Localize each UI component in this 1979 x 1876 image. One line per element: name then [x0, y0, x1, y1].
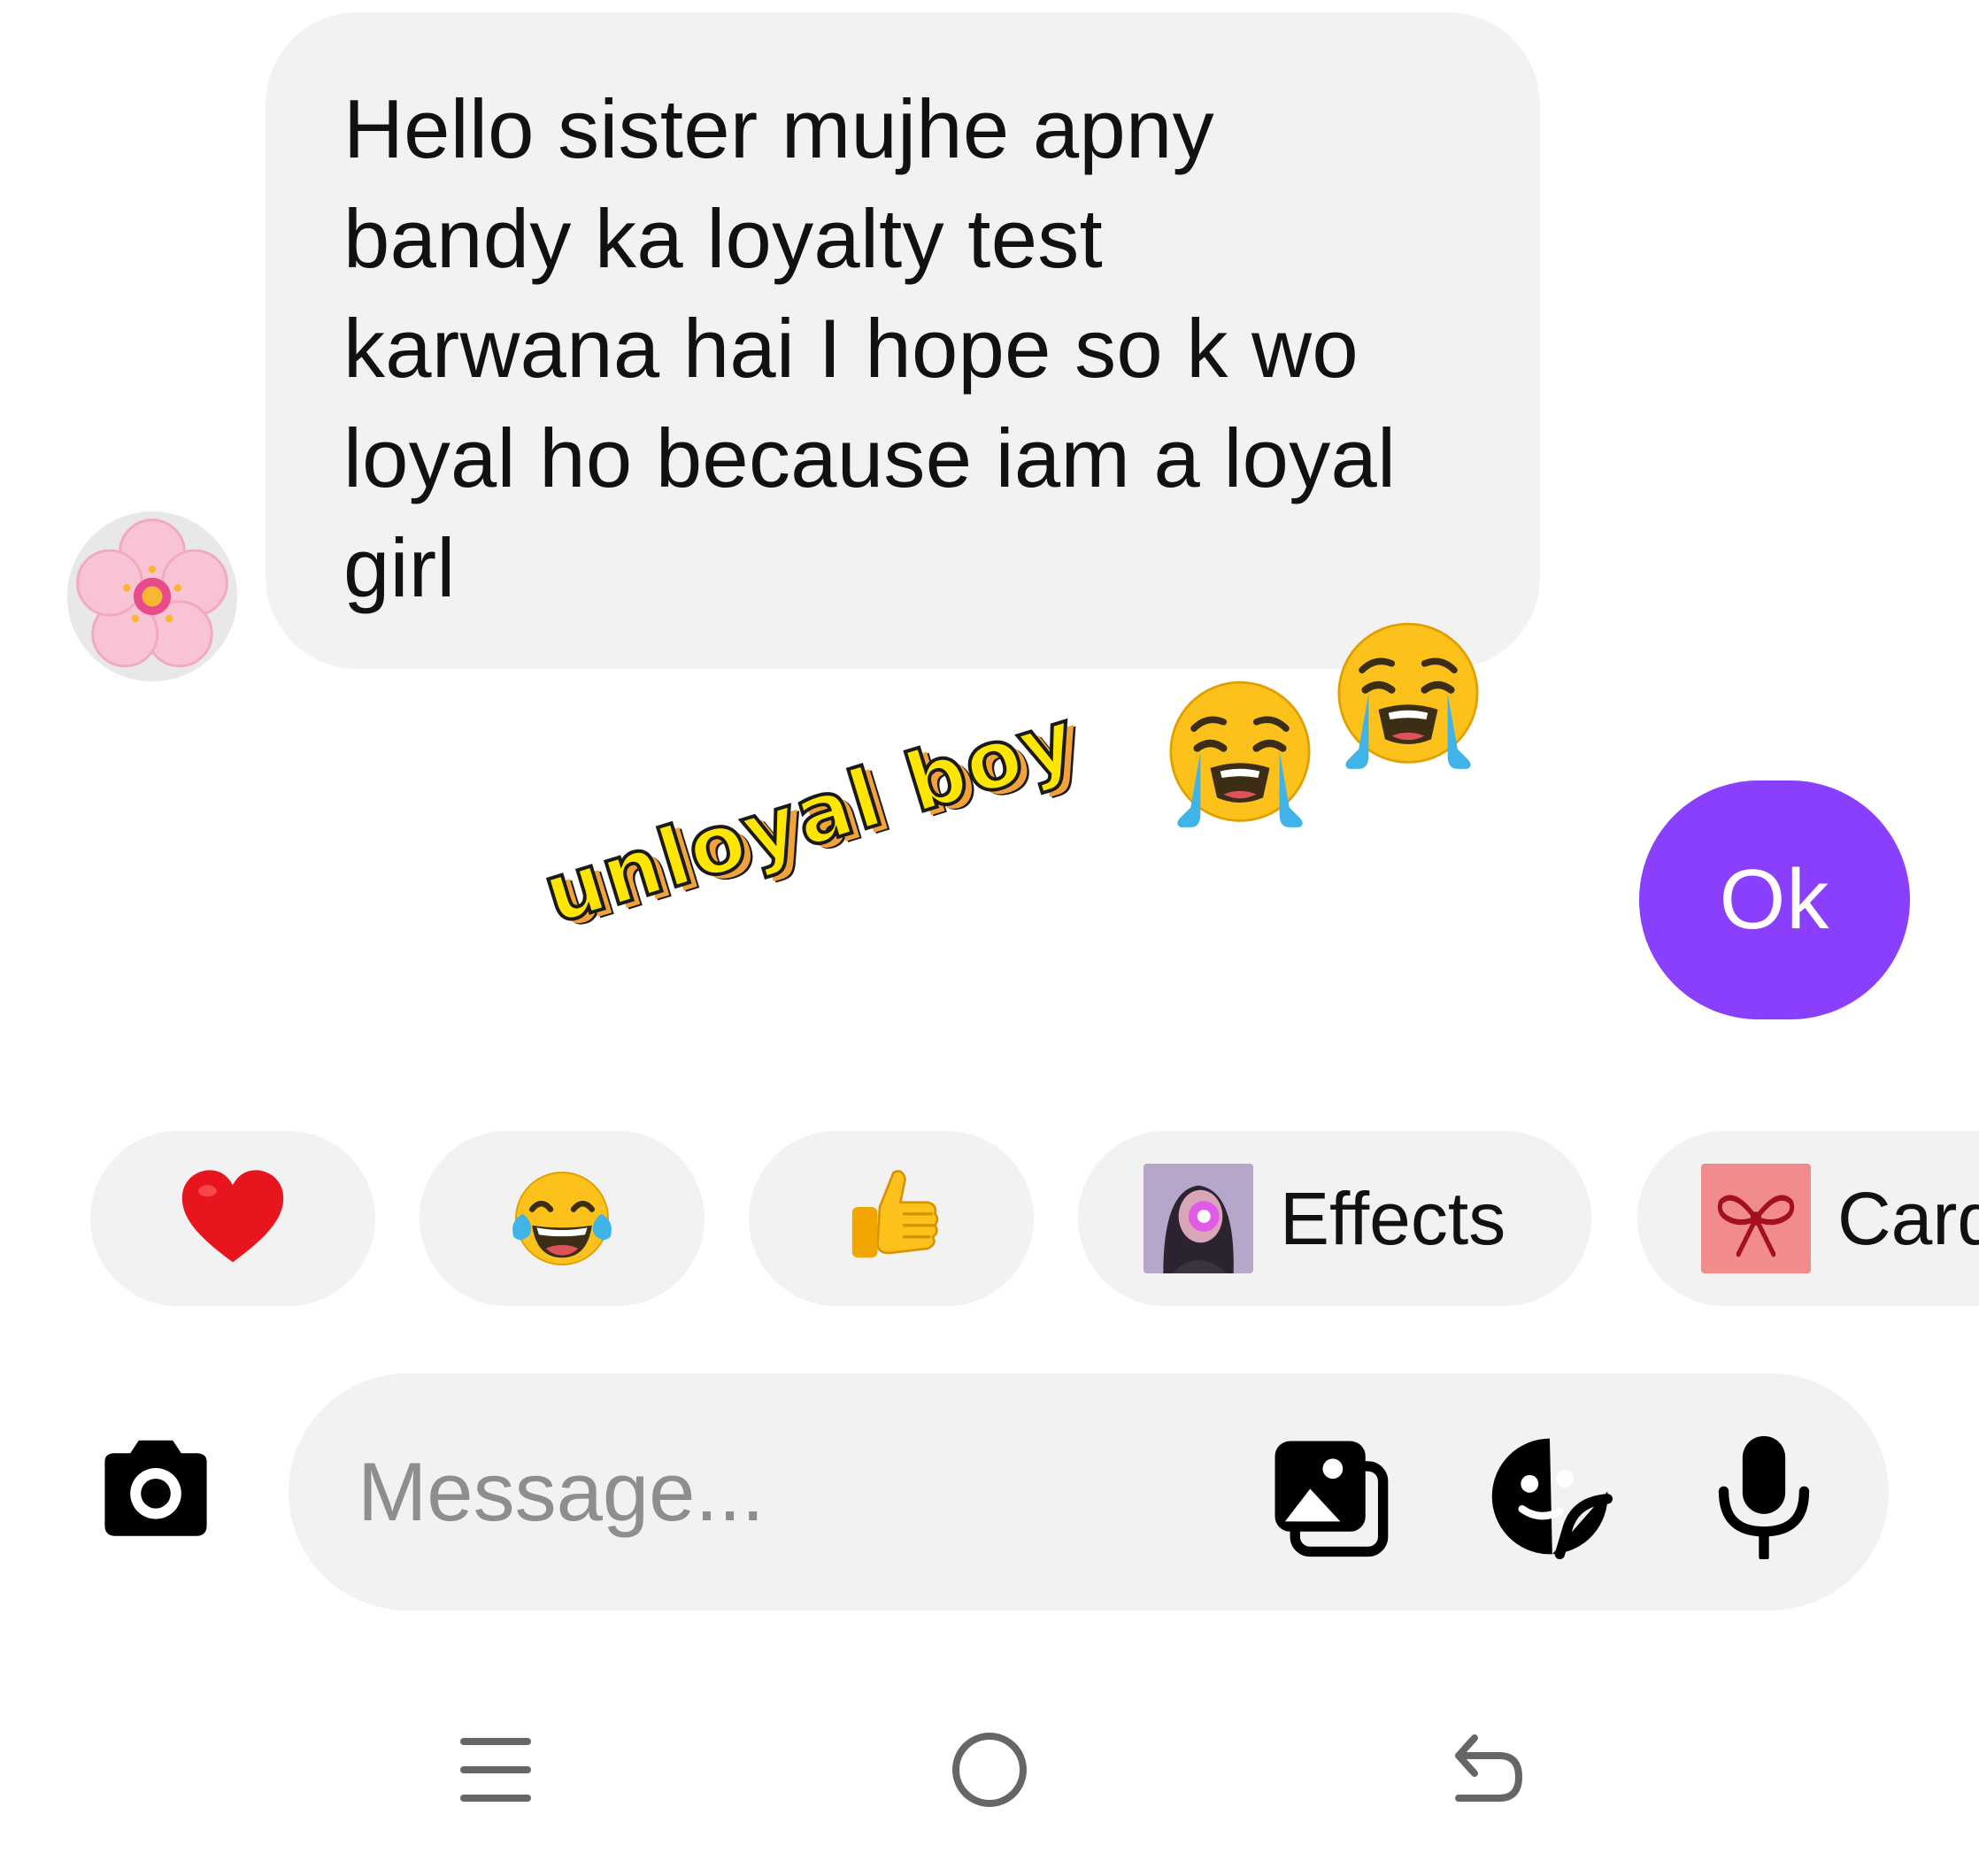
red-heart-icon	[175, 1161, 290, 1276]
camera-icon[interactable]	[92, 1435, 219, 1543]
home-icon[interactable]	[945, 1726, 1034, 1814]
chat-screen: Hello sister mujhe apny bandy ka loyalty…	[0, 0, 1979, 1876]
recents-icon[interactable]	[451, 1726, 540, 1814]
message-input[interactable]	[358, 1418, 1190, 1566]
quick-reply-thumbs-up[interactable]	[749, 1131, 1034, 1306]
cherry-blossom-icon	[67, 511, 237, 681]
thumbs-up-icon	[834, 1161, 949, 1276]
quick-reply-laugh[interactable]	[420, 1131, 705, 1306]
quick-reply-heart[interactable]	[90, 1131, 375, 1306]
gift-bow-icon	[1701, 1164, 1811, 1273]
effects-thumbnail-icon	[1144, 1164, 1253, 1273]
loudly-crying-face-icon	[1158, 673, 1322, 837]
gallery-icon[interactable]	[1267, 1434, 1393, 1559]
back-icon[interactable]	[1441, 1726, 1529, 1814]
mic-icon[interactable]	[1701, 1434, 1827, 1559]
incoming-message-text: Hello sister mujhe apny bandy ka loyalty…	[343, 82, 1397, 614]
card-label: Card	[1837, 1176, 1979, 1260]
outgoing-message-bubble[interactable]: Ok	[1639, 780, 1910, 1019]
loudly-crying-face-icon	[1326, 614, 1490, 779]
outgoing-message-text: Ok	[1719, 852, 1830, 947]
quick-reply-card[interactable]: Card	[1637, 1131, 1979, 1306]
cherry-blossom-avatar[interactable]	[67, 511, 237, 681]
overlay-caption: unloyal boy	[531, 688, 1089, 943]
incoming-message-bubble[interactable]: Hello sister mujhe apny bandy ka loyalty…	[266, 12, 1540, 669]
message-composer	[289, 1373, 1889, 1611]
quick-reply-effects[interactable]: Effects	[1078, 1131, 1591, 1306]
effects-label: Effects	[1280, 1176, 1506, 1260]
sticker-icon[interactable]	[1487, 1434, 1613, 1559]
face-with-tears-of-joy-icon	[504, 1161, 620, 1276]
